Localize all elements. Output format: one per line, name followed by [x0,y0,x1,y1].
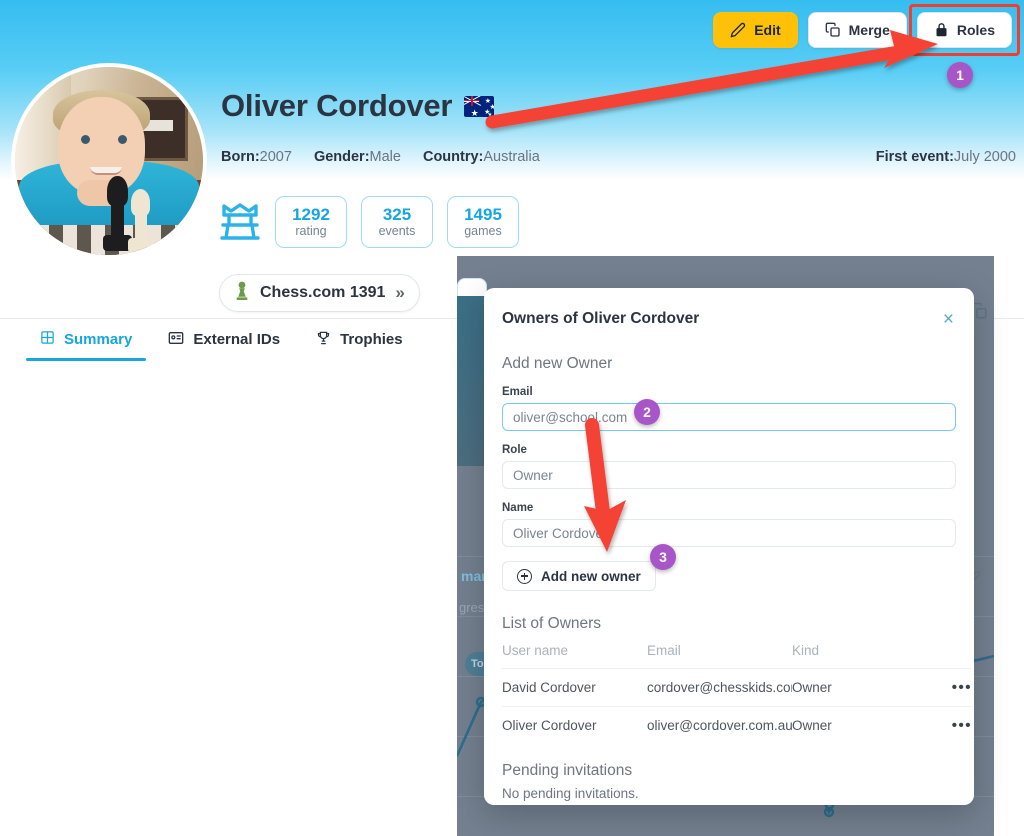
stat-events-label: events [378,223,416,238]
row-actions-menu-icon[interactable]: ••• [952,717,972,734]
avatar-photo [15,67,203,255]
add-new-owner-section-title: Add new Owner [502,355,613,372]
chevron-right-icon: » [395,283,405,302]
role-field-label: Role [502,444,527,456]
stat-games: 1495 games [447,196,519,248]
tab-trophies[interactable]: Trophies [298,319,421,361]
name-field-group: Name [502,502,956,547]
pending-invitations-text: No pending invitations. [502,786,639,801]
annotation-badge-1: 1 [947,62,973,88]
header-user-name: User name [502,643,569,658]
rook-icon [219,200,261,244]
annotation-badge-3: 3 [650,544,676,570]
profile-name-row: Oliver Cordover ★ ★ ★ ★ ★ [221,88,495,124]
chip-chesscom-label: Chess.com 1391 [260,284,386,301]
email-field-group: Email [502,386,956,431]
email-field[interactable] [502,403,956,431]
stat-events: 325 events [361,196,433,248]
header-email: Email [647,643,681,658]
row-email: cordover@chesskids.com.au [647,668,792,707]
merge-button[interactable]: Merge [807,12,907,48]
edit-button[interactable]: Edit [713,12,798,48]
name-field-label: Name [502,502,534,514]
row-user-name: Oliver Cordover [502,706,647,744]
stat-events-value: 325 [382,205,412,225]
copy-icon [825,22,841,38]
modal-title: Owners of Oliver Cordover [502,310,700,327]
table-row: David Cordover cordover@chesskids.com.au… [502,668,972,707]
tab-summary[interactable]: Summary [22,319,150,361]
row-email: oliver@cordover.com.au [647,706,792,744]
external-rating-chips: Chess.com 1391 » [219,274,420,312]
row-kind: Owner [792,668,922,707]
lock-icon [934,22,949,38]
roles-button[interactable]: Roles [916,12,1012,48]
tab-external-ids-label: External IDs [193,331,281,348]
tab-external-ids[interactable]: External IDs [150,319,298,361]
list-of-owners-title: List of Owners [502,615,602,632]
row-user-name: David Cordover [502,668,647,707]
first-event-meta: First event:July 2000 [875,149,1016,165]
stat-rating: 1292 rating [275,196,347,248]
id-card-icon [168,331,184,349]
add-new-owner-button[interactable]: Add new owner [502,561,656,591]
chip-chesscom[interactable]: Chess.com 1391 » [219,274,420,312]
merge-button-label: Merge [848,22,890,38]
country-meta: Country:Australia [422,149,540,165]
grid-icon [40,330,55,349]
stat-rating-value: 1292 [292,205,330,225]
roles-button-wrapper: Roles [908,4,1020,56]
gender-meta: Gender:Male [313,149,401,165]
roles-button-label: Roles [956,22,995,38]
stat-games-value: 1495 [464,205,502,225]
table-row: Oliver Cordover oliver@cordover.com.au O… [502,706,972,744]
tab-summary-label: Summary [64,331,133,348]
name-field[interactable] [502,519,956,547]
plus-circle-icon [517,568,532,584]
header-actions [922,643,972,669]
role-field-group: Role [502,444,956,489]
header-kind: Kind [792,643,820,658]
profile-meta: Born:2007 Gender:Male Country:Australia [221,149,540,165]
header-toolbar: Edit Merge Roles [713,4,1020,56]
australia-flag-icon: ★ ★ ★ ★ ★ [464,95,495,117]
born-meta: Born:2007 [221,149,292,165]
tab-trophies-label: Trophies [340,331,403,348]
email-field-label: Email [502,386,533,398]
app-root: Edit Merge Roles Oliver Cordover ★ ★ ★ ★… [0,0,1024,836]
annotation-badge-2: 2 [634,399,660,425]
stat-games-label: games [464,223,502,238]
page-title: Oliver Cordover [221,88,453,123]
owners-table: User name Email Kind David Cordover cord… [502,643,972,744]
table-header-row: User name Email Kind [502,643,972,669]
role-field[interactable] [502,461,956,489]
row-actions-menu-icon[interactable]: ••• [952,679,972,696]
pawn-icon [234,281,250,306]
pending-invitations-title: Pending invitations [502,762,633,779]
edit-button-label: Edit [754,22,781,38]
add-new-owner-button-label: Add new owner [541,568,641,584]
avatar [11,63,207,259]
close-icon[interactable]: × [941,310,956,329]
owners-modal: Owners of Oliver Cordover × Add new Owne… [484,288,974,805]
trophy-icon [316,330,331,350]
modal-header: Owners of Oliver Cordover × [502,310,956,329]
pencil-icon [730,22,746,38]
row-kind: Owner [792,706,922,744]
stat-rating-label: rating [295,223,327,238]
stats-row: 1292 rating 325 events 1495 games [219,196,519,248]
